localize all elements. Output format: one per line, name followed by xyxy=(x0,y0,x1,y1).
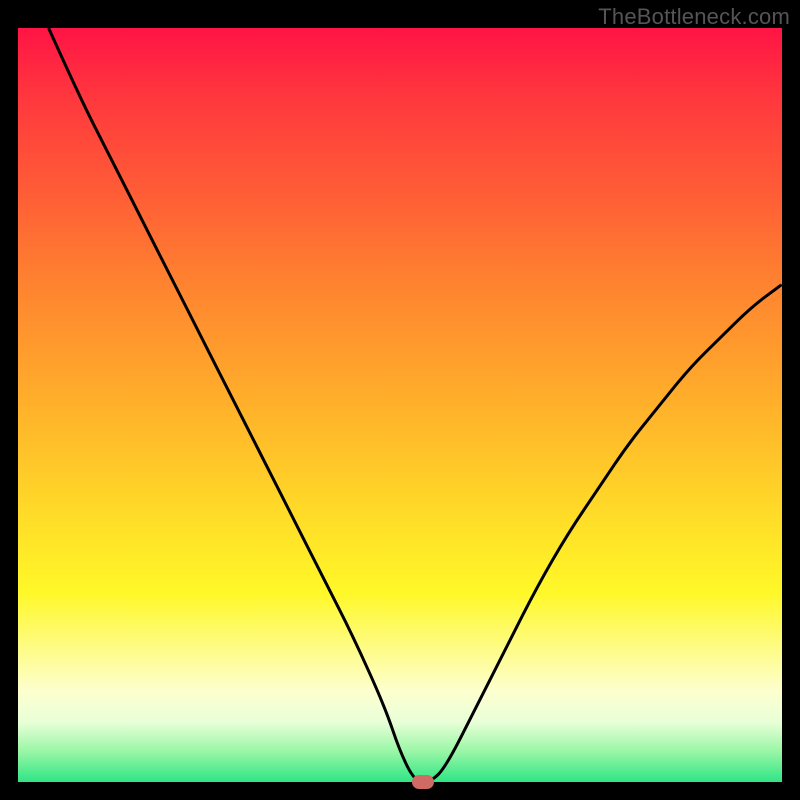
bottleneck-curve-svg xyxy=(18,28,782,782)
minimum-marker-icon xyxy=(412,775,434,789)
watermark-text: TheBottleneck.com xyxy=(598,4,790,30)
bottleneck-curve-path xyxy=(49,28,782,782)
chart-frame: TheBottleneck.com xyxy=(0,0,800,800)
